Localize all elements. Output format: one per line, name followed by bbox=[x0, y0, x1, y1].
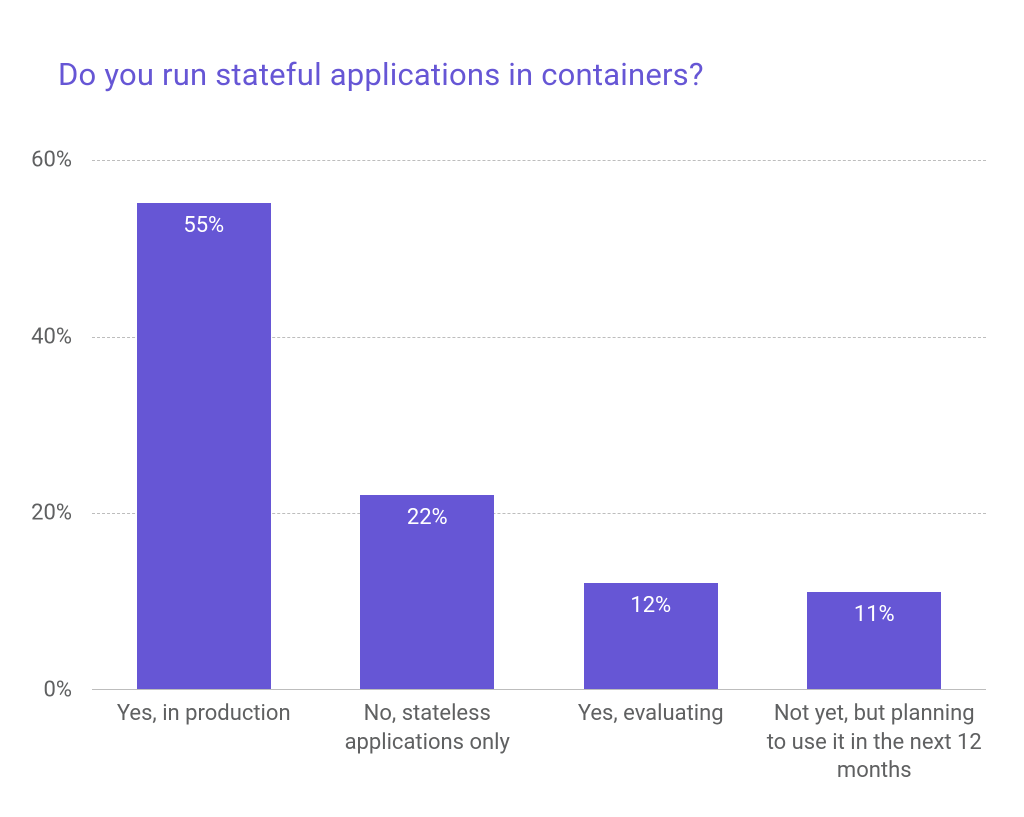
bar-label-yes-production: 55% bbox=[137, 213, 271, 238]
gridline-60 bbox=[92, 160, 986, 161]
bar-no-stateless: 22% bbox=[360, 495, 494, 689]
xtick-no-stateless: No, stateless applications only bbox=[316, 700, 540, 757]
xtick-yes-production: Yes, in production bbox=[92, 700, 316, 729]
bar-label-not-yet: 11% bbox=[807, 602, 941, 627]
chart-title: Do you run stateful applications in cont… bbox=[58, 56, 704, 93]
bar-not-yet: 11% bbox=[807, 592, 941, 689]
ytick-40: 40% bbox=[31, 324, 72, 349]
ytick-60: 60% bbox=[31, 148, 72, 173]
plot-area: 60% 40% 20% 0% 55% 22% 12% 11% Yes, in p… bbox=[92, 160, 986, 690]
xtick-not-yet: Not yet, but planning to use it in the n… bbox=[763, 700, 987, 786]
chart-canvas: Do you run stateful applications in cont… bbox=[0, 0, 1024, 817]
bar-label-yes-evaluating: 12% bbox=[584, 593, 718, 618]
bar-label-no-stateless: 22% bbox=[360, 505, 494, 530]
ytick-0: 0% bbox=[44, 678, 72, 703]
ytick-20: 20% bbox=[31, 501, 72, 526]
xtick-yes-evaluating: Yes, evaluating bbox=[539, 700, 763, 729]
bar-yes-production: 55% bbox=[137, 203, 271, 689]
bar-yes-evaluating: 12% bbox=[584, 583, 718, 689]
